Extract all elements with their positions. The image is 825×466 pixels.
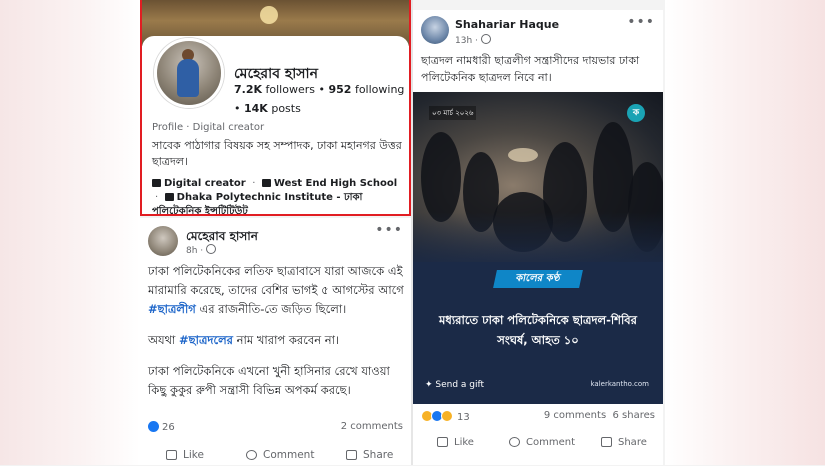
like-reaction-icon	[148, 421, 159, 432]
globe-icon	[206, 244, 217, 254]
info-school[interactable]: West End High School	[274, 178, 397, 189]
shared-news-image[interactable]: ০৩ মার্চ ২০২৬ ক কালের কণ্ঠ মধ্যরাতে ঢাকা…	[413, 92, 663, 404]
profile-bio: সাবেক পাঠাগার বিষয়ক সহ সম্পাদক, ঢাকা মহ…	[152, 139, 402, 168]
hashtag-link[interactable]: #ছাত্রলীগ	[148, 302, 196, 316]
post-timestamp: 8h ·	[186, 244, 217, 256]
haha-reaction-icon	[441, 410, 453, 422]
share-button[interactable]: Share	[601, 437, 647, 448]
share-icon	[601, 437, 612, 447]
globe-icon	[480, 34, 491, 44]
post-actions: Like Comment Share	[413, 434, 663, 454]
reaction-summary[interactable]: 13	[421, 410, 470, 423]
posts-count: 14K	[244, 102, 268, 115]
following-label: following	[354, 83, 405, 96]
profile-avatar[interactable]	[154, 38, 224, 108]
news-headline: মধ্যরাতে ঢাকা পলিটেকনিকে ছাত্রদল-শিবির স…	[439, 313, 637, 347]
news-site: kalerkantho.com	[590, 380, 649, 388]
info-college[interactable]: Dhaka Polytechnic Institute - ঢাকা পলিটে…	[152, 192, 362, 214]
followers-count[interactable]: 7.2K	[234, 83, 262, 96]
comment-icon	[509, 437, 520, 447]
thumbs-up-icon	[166, 450, 177, 460]
share-icon	[346, 450, 357, 460]
post-body: ঢাকা পলিটেকনিকের লতিফ ছাত্রাবাসে যারা আজ…	[148, 262, 406, 412]
post-paragraph: অযথা #ছাত্রদলের নাম খারাপ করবেন না।	[148, 333, 340, 347]
background-right	[665, 0, 825, 465]
post-author-avatar[interactable]	[421, 16, 449, 44]
news-date: ০৩ মার্চ ২০২৬	[429, 106, 477, 120]
post-author-avatar[interactable]	[148, 226, 178, 256]
share-button[interactable]: Share	[346, 449, 393, 461]
more-options-icon[interactable]: •••	[375, 222, 403, 238]
comment-icon	[246, 450, 257, 460]
like-button[interactable]: Like	[166, 449, 204, 461]
profile-info: Digital creator · West End High School ·…	[152, 178, 398, 216]
profile-panel: মেহেরাব হাসান 7.2K followers • 952 follo…	[140, 0, 411, 216]
post-paragraph: ঢাকা পলিটেকনিকের লতিফ ছাত্রাবাসে যারা আজ…	[148, 264, 404, 316]
background-left	[0, 0, 140, 465]
posts-stat: • 14K posts	[234, 102, 301, 115]
news-brand: কালের কণ্ঠ	[493, 270, 583, 288]
reaction-summary[interactable]: 26	[148, 421, 175, 433]
post-paragraph: ঢাকা পলিটেকনিকে এখনো খুনী হাসিনার রেখে য…	[148, 364, 390, 397]
posts-label: posts	[271, 102, 301, 115]
following-count[interactable]: 952	[328, 83, 351, 96]
comment-button[interactable]: Comment	[246, 449, 314, 461]
news-logo-icon: ক	[627, 104, 645, 122]
engagement-counts: 9 comments 6 shares	[544, 410, 655, 421]
more-options-icon[interactable]: •••	[627, 14, 655, 30]
info-creator: Digital creator	[164, 178, 246, 189]
followers-label: followers	[265, 83, 315, 96]
comments-count[interactable]: 2 comments	[341, 421, 403, 432]
graduation-cap-icon	[164, 193, 174, 201]
profile-meta: Profile · Digital creator	[152, 122, 265, 133]
post-body: ছাত্রদল নামধারী ছাত্রলীগ সন্ত্রাসীদের দা…	[421, 54, 640, 84]
shares-count[interactable]: 6 shares	[613, 410, 655, 421]
post-author-name[interactable]: Shahariar Haque	[455, 18, 559, 31]
school-icon	[261, 179, 271, 187]
post-timestamp: 13h ·	[455, 34, 491, 46]
profile-stats: 7.2K followers • 952 following	[234, 83, 405, 96]
gift-icon: ✦	[425, 380, 436, 390]
briefcase-icon	[152, 179, 161, 187]
post-actions: Like Comment Share	[140, 446, 411, 466]
like-button[interactable]: Like	[437, 437, 474, 448]
send-gift-button[interactable]: ✦ Send a gift	[425, 380, 484, 390]
comments-count[interactable]: 9 comments	[544, 410, 606, 421]
thumbs-up-icon	[437, 437, 448, 447]
post-card-left: মেহেরাব হাসান 8h · ••• ঢাকা পলিটেকনিকের …	[140, 218, 411, 465]
post-card-right: Shahariar Haque 13h · ••• ছাত্রদল নামধার…	[413, 10, 663, 465]
comment-button[interactable]: Comment	[509, 437, 575, 448]
hashtag-link[interactable]: #ছাত্রদলের	[179, 333, 233, 347]
